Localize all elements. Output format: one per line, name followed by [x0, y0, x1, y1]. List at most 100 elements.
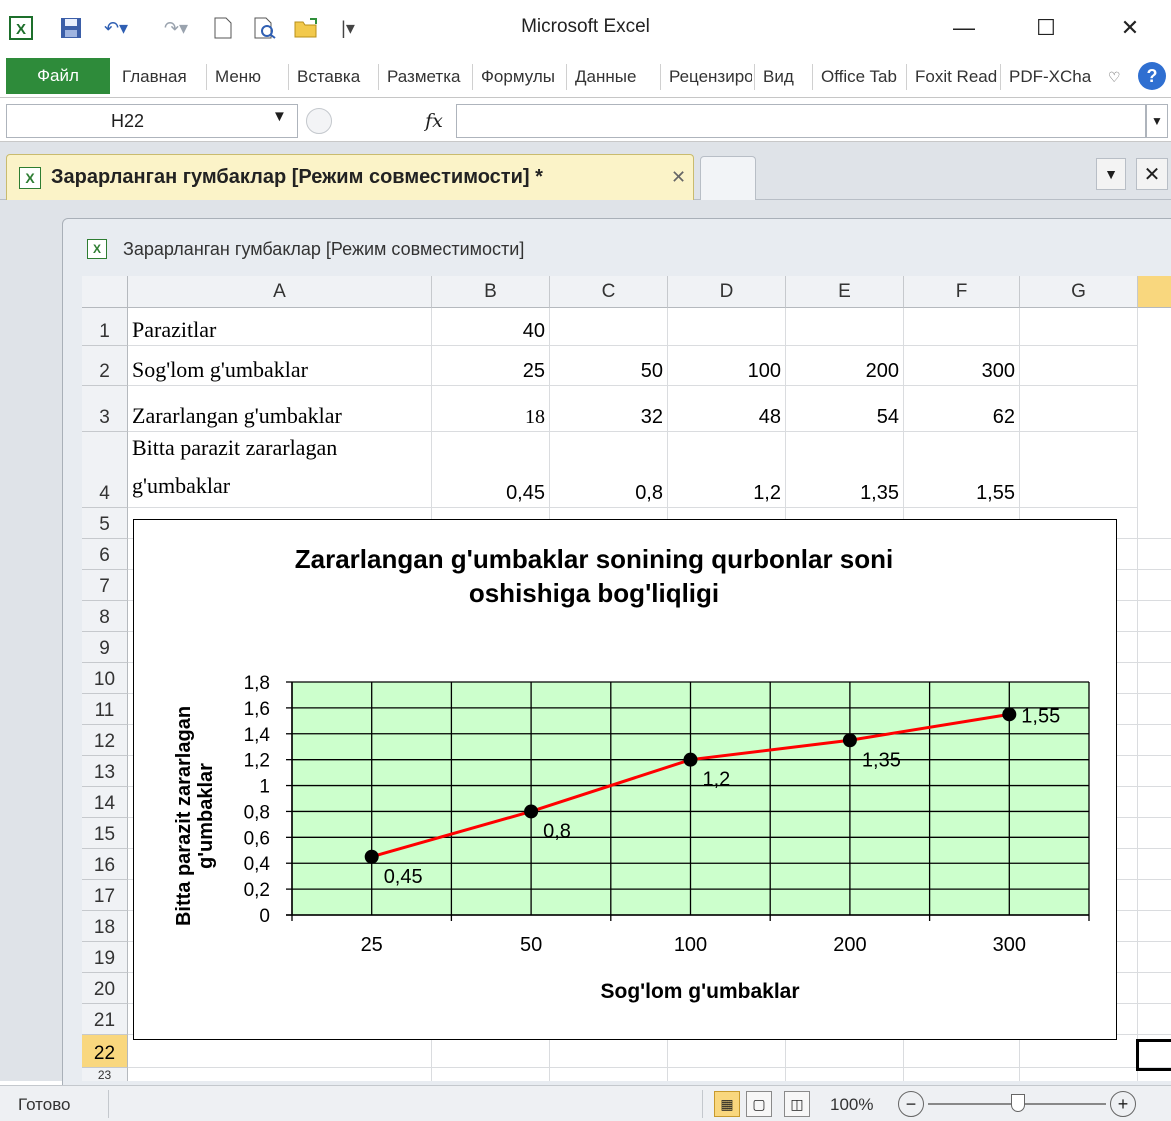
column-header-b[interactable]: B: [432, 276, 550, 308]
close-workbook-icon[interactable]: ✕: [1136, 158, 1168, 190]
row-header[interactable]: 21: [82, 1004, 128, 1035]
tab-data[interactable]: Данные: [566, 64, 658, 90]
row-header[interactable]: 3: [82, 386, 128, 432]
row-header[interactable]: 10: [82, 663, 128, 694]
cell-g2[interactable]: [1020, 346, 1138, 386]
column-header-e[interactable]: E: [786, 276, 904, 308]
row-header-selected[interactable]: 22: [82, 1035, 128, 1068]
close-tab-icon[interactable]: ✕: [671, 167, 686, 188]
tab-list-dropdown-icon[interactable]: ▼: [1096, 158, 1126, 190]
cell-c1[interactable]: [550, 308, 668, 346]
selected-cell-h22[interactable]: [1136, 1039, 1171, 1071]
close-button[interactable]: ✕: [1110, 10, 1150, 46]
cell-c4[interactable]: 0,8: [550, 432, 668, 508]
cell-e3[interactable]: 54: [786, 386, 904, 432]
row-header[interactable]: 9: [82, 632, 128, 663]
cell-b1[interactable]: 40: [432, 308, 550, 346]
insert-function-button[interactable]: fx: [414, 104, 454, 138]
cell-d2[interactable]: 100: [668, 346, 786, 386]
row-header[interactable]: 20: [82, 973, 128, 1004]
cell-d3[interactable]: 48: [668, 386, 786, 432]
cell-g4[interactable]: [1020, 432, 1138, 508]
cell-a4[interactable]: Bitta parazit zararlagan g'umbaklar: [128, 432, 432, 508]
cell-g1[interactable]: [1020, 308, 1138, 346]
print-preview-icon[interactable]: [250, 14, 280, 42]
row-header[interactable]: 17: [82, 880, 128, 911]
column-header-c[interactable]: C: [550, 276, 668, 308]
tab-view[interactable]: Вид: [754, 64, 810, 90]
chart[interactable]: Zararlangan g'umbaklar sonining qurbonla…: [133, 519, 1117, 1040]
expand-formula-bar-icon[interactable]: ▼: [1146, 104, 1168, 138]
cell-g3[interactable]: [1020, 386, 1138, 432]
tab-insert[interactable]: Вставка: [288, 64, 376, 90]
new-icon[interactable]: [208, 14, 238, 42]
page-break-view-icon[interactable]: ◫: [784, 1091, 810, 1117]
tab-formulas[interactable]: Формулы: [472, 64, 564, 90]
zoom-out-button[interactable]: −: [898, 1091, 924, 1117]
row-header[interactable]: 7: [82, 570, 128, 601]
row-header[interactable]: 1: [82, 308, 128, 346]
undo-icon[interactable]: ↶▾: [96, 14, 136, 42]
maximize-button[interactable]: ☐: [1026, 10, 1066, 46]
column-header-g[interactable]: G: [1020, 276, 1138, 308]
cell-f4[interactable]: 1,55: [904, 432, 1020, 508]
customize-icon[interactable]: |▾: [338, 14, 358, 42]
tab-menu[interactable]: Меню: [206, 64, 286, 90]
tab-office-tab[interactable]: Office Tab: [812, 64, 904, 90]
redo-icon[interactable]: ↷▾: [156, 14, 196, 42]
zoom-slider-thumb[interactable]: [1011, 1094, 1025, 1112]
column-header-h[interactable]: [1138, 276, 1171, 308]
row-header[interactable]: 14: [82, 787, 128, 818]
column-header-d[interactable]: D: [668, 276, 786, 308]
cell-c3[interactable]: 32: [550, 386, 668, 432]
cell-d1[interactable]: [668, 308, 786, 346]
row-header[interactable]: 6: [82, 539, 128, 570]
row-header[interactable]: 11: [82, 694, 128, 725]
row-header[interactable]: 5: [82, 508, 128, 539]
tab-home[interactable]: Главная: [114, 64, 204, 90]
cell-a2[interactable]: Sog'lom g'umbaklar: [128, 346, 432, 386]
row-header[interactable]: 12: [82, 725, 128, 756]
column-header-a[interactable]: A: [128, 276, 432, 308]
row-header[interactable]: 4: [82, 432, 128, 508]
row-header[interactable]: 15: [82, 818, 128, 849]
column-header-f[interactable]: F: [904, 276, 1020, 308]
page-layout-view-icon[interactable]: ▢: [746, 1091, 772, 1117]
cell-e1[interactable]: [786, 308, 904, 346]
minimize-button[interactable]: —: [944, 10, 984, 46]
cell-a3[interactable]: Zararlangan g'umbaklar: [128, 386, 432, 432]
row-header[interactable]: 2: [82, 346, 128, 386]
chevron-down-icon[interactable]: ▼: [272, 108, 287, 125]
new-tab-button[interactable]: [700, 156, 756, 200]
cell-c2[interactable]: 50: [550, 346, 668, 386]
name-box[interactable]: H22: [6, 104, 298, 138]
cell-b2[interactable]: 25: [432, 346, 550, 386]
row-header[interactable]: 19: [82, 942, 128, 973]
select-all-corner[interactable]: [82, 276, 128, 308]
save-icon[interactable]: [56, 14, 86, 42]
cell-e4[interactable]: 1,35: [786, 432, 904, 508]
cell-d4[interactable]: 1,2: [668, 432, 786, 508]
row-header[interactable]: 8: [82, 601, 128, 632]
cell-f3[interactable]: 62: [904, 386, 1020, 432]
formula-input[interactable]: [456, 104, 1146, 138]
cell-a1[interactable]: Parazitlar: [128, 308, 432, 346]
tab-pdf-xchange[interactable]: PDF-XChange: [1000, 64, 1092, 90]
workbook-tab[interactable]: X Зарарланган гумбаклар [Режим совместим…: [6, 154, 694, 200]
cell-f2[interactable]: 300: [904, 346, 1020, 386]
cell-e2[interactable]: 200: [786, 346, 904, 386]
ribbon-collapse-icon[interactable]: ♡: [1100, 64, 1126, 90]
tab-file[interactable]: Файл: [6, 58, 110, 94]
row-header[interactable]: 23: [82, 1068, 128, 1081]
cell-b3[interactable]: 18: [432, 386, 550, 432]
normal-view-icon[interactable]: ▦: [714, 1091, 740, 1117]
row-header[interactable]: 13: [82, 756, 128, 787]
cell-f1[interactable]: [904, 308, 1020, 346]
open-icon[interactable]: [290, 14, 324, 42]
tab-page-layout[interactable]: Разметка: [378, 64, 470, 90]
row-header[interactable]: 18: [82, 911, 128, 942]
tab-review[interactable]: Рецензирование: [660, 64, 752, 90]
cell-b4[interactable]: 0,45: [432, 432, 550, 508]
help-icon[interactable]: ?: [1138, 62, 1166, 90]
row-header[interactable]: 16: [82, 849, 128, 880]
